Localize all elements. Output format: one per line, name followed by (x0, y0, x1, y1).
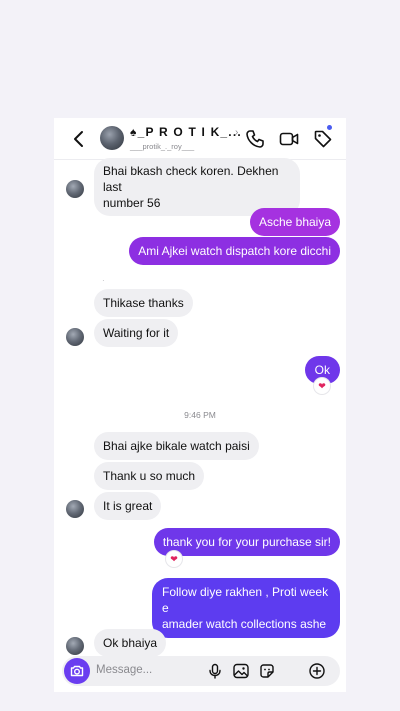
chat-window: ♠_P R O T I K_... › ___protik_._roy___ B… (54, 118, 346, 692)
message-outgoing[interactable]: Ami Ajkei watch dispatch kore dicchi (129, 237, 340, 265)
sender-avatar (66, 328, 84, 346)
mic-icon[interactable] (206, 662, 224, 680)
chevron-right-icon[interactable]: › (235, 127, 238, 138)
notification-dot (327, 125, 332, 130)
message-incoming[interactable]: Bhai ajke bikale watch paisi (94, 432, 259, 460)
contact-name[interactable]: ♠_P R O T I K_... (130, 125, 242, 139)
sticker-icon[interactable] (258, 662, 276, 680)
message-incoming[interactable]: It is great (94, 492, 162, 520)
message-outgoing[interactable]: thank you for your purchase sir! (153, 528, 340, 556)
sender-avatar (66, 180, 84, 198)
tick-mark: · (102, 276, 105, 285)
message-text: amader watch collections ashe (162, 617, 327, 631)
gallery-icon[interactable] (232, 662, 250, 680)
message-incoming[interactable]: Waiting for it (94, 319, 179, 347)
message-input[interactable]: Message... (96, 664, 152, 676)
heart-reaction-icon[interactable]: ❤ (314, 378, 330, 394)
message-composer: Message... (62, 656, 340, 686)
message-text: Follow diye rakhen , Proti week e (162, 585, 329, 615)
message-text: Bhai bkash check koren. Dekhen last (103, 164, 279, 194)
message-outgoing[interactable]: Follow diye rakhen , Proti week e amader… (152, 578, 340, 638)
avatar[interactable] (100, 126, 124, 150)
camera-icon (70, 665, 84, 677)
message-incoming[interactable]: Thikase thanks (94, 289, 193, 317)
message-incoming[interactable]: Thank u so much (94, 462, 205, 490)
video-icon[interactable] (278, 128, 300, 150)
add-icon[interactable] (308, 662, 326, 680)
sender-avatar (66, 637, 84, 655)
back-icon[interactable] (68, 128, 90, 150)
timestamp: 9:46 PM (184, 410, 216, 420)
sender-avatar (66, 500, 84, 518)
tag-icon[interactable] (312, 128, 334, 150)
heart-reaction-icon[interactable]: ❤ (166, 551, 182, 567)
phone-icon[interactable] (244, 128, 266, 150)
message-incoming[interactable]: Ok bhaiya (94, 629, 167, 657)
contact-username: ___protik_._roy___ (130, 142, 195, 151)
chat-header: ♠_P R O T I K_... › ___protik_._roy___ (54, 118, 346, 160)
camera-button[interactable] (64, 658, 90, 684)
message-outgoing[interactable]: Asche bhaiya (249, 208, 340, 236)
